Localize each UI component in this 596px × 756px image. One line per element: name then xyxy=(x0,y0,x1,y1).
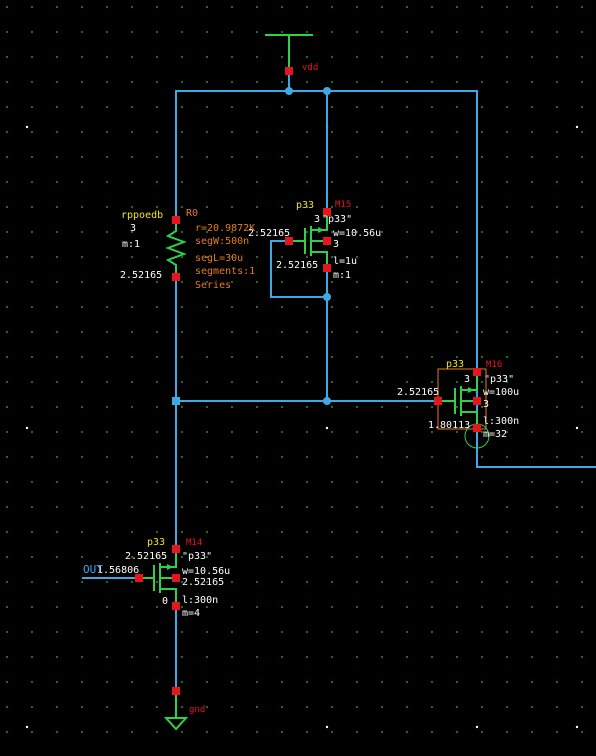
r0-term: 3 xyxy=(130,223,136,234)
m14-length: l:300n xyxy=(182,595,218,606)
m14-name: M14 xyxy=(186,538,202,548)
m15-gate-voltage: 2.52165 xyxy=(248,228,290,239)
m16-drain-pin[interactable] xyxy=(473,424,481,432)
m14-gate-voltage: 1.56806 xyxy=(97,565,139,576)
m14-source-voltage: 2.52165 xyxy=(125,551,167,562)
m15-length: l=1u xyxy=(333,256,357,267)
m16-model-quoted: "p33" xyxy=(484,374,514,385)
r0-voltage: 2.52165 xyxy=(120,270,162,281)
m15-mult: m:1 xyxy=(333,270,351,281)
m16-bulk-pin[interactable] xyxy=(473,397,481,405)
r0-segl: segL=30u xyxy=(195,253,243,264)
m15-model-quoted: "p33" xyxy=(322,214,352,225)
vdd-label: vdd xyxy=(302,63,318,73)
m16-term: 3 xyxy=(464,374,470,385)
m14-bulk-voltage: 2.52165 xyxy=(182,577,224,588)
gnd-label: gnd xyxy=(189,705,205,715)
r0-name: R0 xyxy=(186,208,198,219)
r0-pin-top[interactable] xyxy=(172,216,180,224)
m15-term: 3 xyxy=(314,214,320,225)
schematic-canvas[interactable]: vdd gnd rppoedb R0 3 m:1 r=20.9872K segW… xyxy=(0,0,596,756)
m15-drain-pin[interactable] xyxy=(323,264,331,272)
m16-width: w=100u xyxy=(483,387,519,398)
m15-drain-voltage: 2.52165 xyxy=(276,260,318,271)
m14-bulk-pin[interactable] xyxy=(172,574,180,582)
m16-gate-voltage: 2.52165 xyxy=(397,387,439,398)
m14-width: w=10.56u xyxy=(182,566,230,577)
r0-pin-bottom[interactable] xyxy=(172,273,180,281)
m14-source-pin[interactable] xyxy=(172,545,180,553)
m16-model: p33 xyxy=(446,359,464,370)
m15-width: w=10.56u xyxy=(333,228,381,239)
m16-bulk-term: 3 xyxy=(483,399,489,410)
m15-bulk-term: 3 xyxy=(333,239,339,250)
r0-resistance: r=20.9872K xyxy=(195,223,255,234)
m15-name: M15 xyxy=(335,200,351,210)
r0-segments: segments:1 xyxy=(195,266,255,277)
m14-drain-pin[interactable] xyxy=(172,602,180,610)
m14-mult: m=4 xyxy=(182,608,200,619)
r0-segw: segW:500n xyxy=(195,236,249,247)
m14-model-quoted: "p33" xyxy=(182,551,212,562)
r0-model: rppoedb xyxy=(121,210,163,221)
m16-source-pin[interactable] xyxy=(473,368,481,376)
r0-mult: m:1 xyxy=(122,239,140,250)
m16-name: M16 xyxy=(486,360,502,370)
m14-drain-term: 0 xyxy=(162,596,168,607)
out-net-label[interactable]: OUT xyxy=(83,563,103,576)
m16-mult: m=32 xyxy=(483,429,507,440)
m16-length: l:300n xyxy=(483,416,519,427)
m16-gate-pin[interactable] xyxy=(434,397,442,405)
vdd-pin[interactable] xyxy=(285,67,293,75)
m15-bulk-pin[interactable] xyxy=(323,237,331,245)
gnd-pin[interactable] xyxy=(172,687,180,695)
m15-model: p33 xyxy=(296,200,314,211)
m16-drain-voltage: 1.80113 xyxy=(428,420,470,431)
m14-model: p33 xyxy=(147,537,165,548)
r0-series: Series xyxy=(195,280,231,291)
